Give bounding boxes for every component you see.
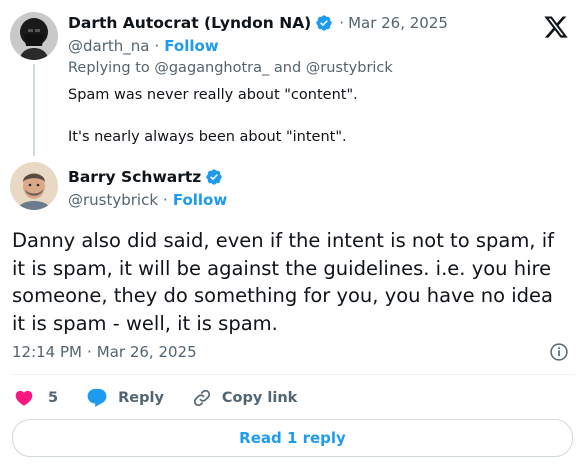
main-handle-row: @rustybrick · Follow	[68, 190, 227, 210]
heart-icon	[14, 388, 34, 408]
date-separator: ·	[86, 343, 92, 361]
thread-connector-line	[33, 64, 35, 156]
like-count: 5	[48, 390, 59, 406]
handle-separator: ·	[163, 191, 168, 209]
copy-link-button[interactable]: Copy link	[192, 388, 297, 408]
tweet-actions: 5 Reply Copy link	[14, 386, 325, 410]
tweet-time: 12:14 PM	[12, 343, 82, 361]
tweet-text-line: it is spam, it will be against the guide…	[12, 256, 552, 280]
tweet-text-line: it is spam - well, it is spam.	[12, 311, 278, 335]
link-icon	[192, 388, 212, 408]
tweet-text-line: Danny also did said, even if the intent …	[12, 229, 554, 252]
follow-parent-author-link[interactable]: Follow	[164, 37, 218, 55]
main-tweet-text: Danny also did said, even if the intent …	[12, 227, 572, 337]
handle-separator: ·	[154, 37, 160, 55]
verified-badge-icon	[315, 14, 333, 32]
avatar-barry-schwartz[interactable]	[10, 162, 58, 210]
read-replies-label: Read 1 reply	[239, 429, 346, 447]
avatar-darth-autocrat[interactable]	[10, 12, 58, 60]
parent-timestamp[interactable]: Mar 26, 2025	[348, 14, 448, 32]
parent-author-name[interactable]: Darth Autocrat (Lyndon NA)	[68, 14, 311, 32]
like-button[interactable]: 5	[14, 388, 58, 408]
verified-badge-icon	[205, 168, 223, 186]
replying-to-context: Replying to @gaganghotra_ and @rustybric…	[68, 60, 393, 76]
main-author-row: Barry Schwartz	[68, 166, 223, 188]
tweet-date: Mar 26, 2025	[96, 343, 197, 361]
reply-bubble-icon	[86, 387, 108, 409]
parent-handle-row: @darth_na · Follow	[68, 36, 219, 56]
actions-divider	[12, 374, 575, 375]
embedded-tweet-card: Darth Autocrat (Lyndon NA) · Mar 26, 202…	[0, 0, 587, 467]
follow-main-author-link[interactable]: Follow	[173, 191, 227, 209]
x-logo-icon[interactable]	[543, 14, 569, 40]
read-replies-button[interactable]: Read 1 reply	[12, 419, 573, 457]
parent-tweet-text-line: Spam was never really about "content".	[68, 87, 358, 103]
meta-separator: ·	[339, 14, 345, 32]
info-icon[interactable]	[549, 342, 569, 362]
tweet-text-line: someone, they do something for you, you …	[12, 284, 553, 307]
main-author-name[interactable]: Barry Schwartz	[68, 168, 201, 186]
tweet-timestamp-row[interactable]: 12:14 PM · Mar 26, 2025	[12, 343, 197, 361]
parent-tweet-text-line: It's nearly always been about "intent".	[68, 129, 347, 145]
reply-label: Reply	[118, 390, 164, 406]
parent-author-row: Darth Autocrat (Lyndon NA) · Mar 26, 202…	[68, 12, 448, 34]
reply-button[interactable]: Reply	[86, 387, 164, 409]
parent-handle[interactable]: @darth_na	[68, 37, 149, 55]
copy-link-label: Copy link	[221, 390, 298, 406]
main-handle[interactable]: @rustybrick	[68, 191, 158, 209]
